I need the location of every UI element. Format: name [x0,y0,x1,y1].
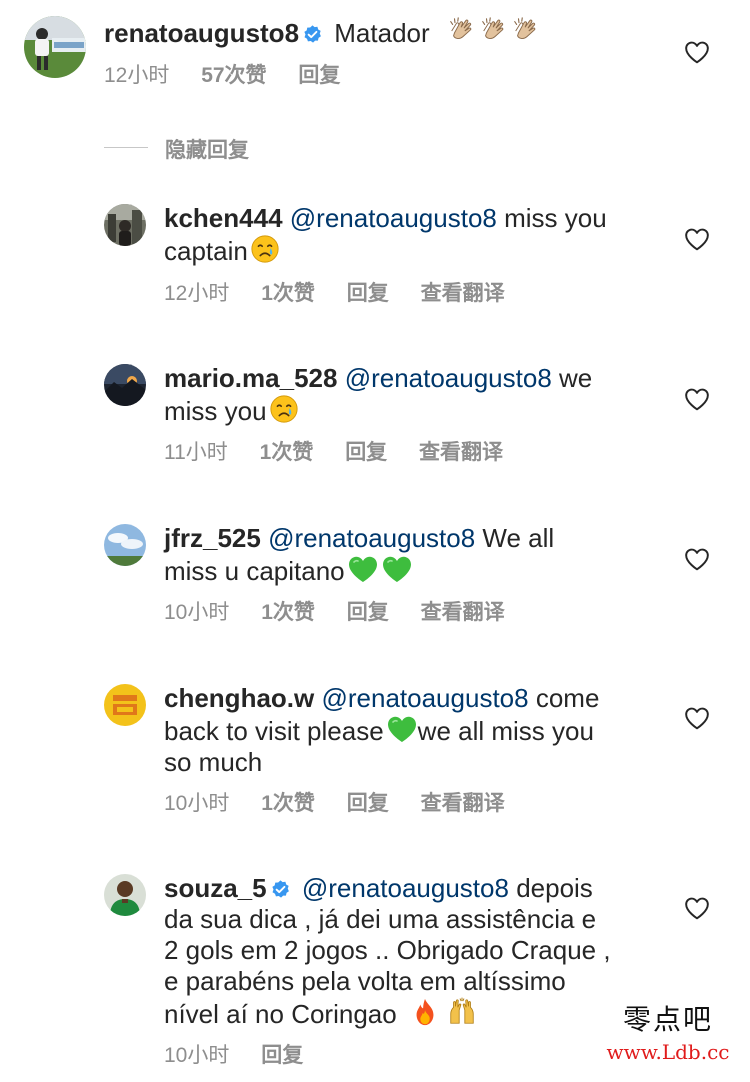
sunset-avatar[interactable] [104,364,146,406]
heart-icon[interactable] [684,547,710,571]
like-count[interactable]: 57次赞 [201,64,266,88]
comment-meta: 10小时 回复 [164,1044,329,1068]
heart-icon[interactable] [684,387,710,411]
green-jersey-avatar[interactable] [104,874,146,916]
comment-meta: 10小时 1次赞 回复 查看翻译 [164,601,531,625]
timestamp: 12小时 [164,282,230,305]
comment-body: 2 gols em 2 jogos .. Obrigado Craque , [164,935,611,965]
reply-button[interactable]: 回复 [298,64,340,88]
heart-icon[interactable] [684,227,710,251]
sky-landscape-avatar[interactable] [104,524,146,566]
clapping-hands-icon [447,16,477,46]
clapping-hands-icon [479,16,509,46]
comment-text: kchen444 @renatoaugusto8 miss you captai… [164,203,664,267]
comment-body: miss you [504,203,607,233]
comment-meta: 12小时 1次赞 回复 查看翻译 [164,282,531,306]
comment-body: come [535,683,600,713]
watermark: 零点吧 www.Ldb.cc [598,998,738,1064]
green-heart-icon [347,554,379,584]
comment-body: We all [482,523,555,553]
comment-body: miss you [164,396,267,426]
reply-button[interactable]: 回复 [347,792,389,816]
watermark-chinese: 零点吧 [622,1003,713,1036]
username[interactable]: chenghao.w [164,683,314,713]
comment-body: da sua dica , já dei uma assistência e [164,904,597,934]
timestamp: 10小时 [164,1044,230,1067]
comment-meta: 11小时 1次赞 回复 查看翻译 [164,441,529,465]
comment-text: chenghao.w @renatoaugusto8 come back to … [164,683,684,778]
comment-text: jfrz_525 @renatoaugusto8 We all miss u c… [164,523,664,587]
mention-link[interactable]: @renatoaugusto8 [321,683,528,713]
timestamp: 11小时 [164,441,228,464]
comment-body: nível aí no Coringao [164,999,397,1029]
mention-link[interactable]: @renatoaugusto8 [345,363,552,393]
comment-meta: 10小时 1次赞 回复 查看翻译 [164,792,531,816]
translate-button[interactable]: 查看翻译 [421,282,505,306]
crying-face-icon [250,234,280,264]
translate-button[interactable]: 查看翻译 [419,441,503,465]
comment-body: we [559,363,593,393]
comment-body: back to visit please [164,716,384,746]
soccer-player-avatar[interactable] [24,16,86,78]
green-heart-icon [381,554,413,584]
comment-body: we all miss you [417,716,594,746]
verified-badge-icon [270,879,291,900]
reply-button[interactable]: 回复 [345,441,387,465]
heart-icon[interactable] [684,706,710,730]
fire-icon [410,997,440,1027]
green-heart-icon [386,714,418,744]
city-street-avatar[interactable] [104,204,146,246]
raising-hands-icon [446,997,478,1027]
mention-link[interactable]: @renatoaugusto8 [268,523,475,553]
heart-icon[interactable] [684,896,710,920]
like-count[interactable]: 1次赞 [261,282,315,306]
divider-line [104,147,148,148]
comment-body: miss u capitano [164,556,345,586]
comment-body: e parabéns pela volta em altíssimo [164,966,566,996]
like-count[interactable]: 1次赞 [261,792,315,816]
heart-icon[interactable] [684,40,710,64]
timestamp: 10小时 [164,601,230,624]
verified-badge-icon [302,24,323,45]
username[interactable]: jfrz_525 [164,523,261,553]
comment-body: Matador [334,18,430,48]
crying-face-icon [269,394,299,424]
hide-replies-label[interactable]: 隐藏回复 [165,134,249,164]
username[interactable]: mario.ma_528 [164,363,337,393]
yellow-emblem-avatar[interactable] [104,684,146,726]
comment-body: so much [164,747,263,777]
timestamp: 12小时 [104,64,170,87]
comment-text: renatoaugusto8 Matador [104,16,541,49]
username[interactable]: souza_5 [164,873,267,903]
username[interactable]: renatoaugusto8 [104,18,299,48]
clapping-hands-icon [511,16,541,46]
mention-link[interactable]: @renatoaugusto8 [302,873,509,903]
like-count[interactable]: 1次赞 [261,601,315,625]
reply-button[interactable]: 回复 [347,601,389,625]
translate-button[interactable]: 查看翻译 [421,792,505,816]
timestamp: 10小时 [164,792,230,815]
username[interactable]: kchen444 [164,203,283,233]
comment-text: mario.ma_528 @renatoaugusto8 we miss you [164,363,664,427]
reply-button[interactable]: 回复 [347,282,389,306]
translate-button[interactable]: 查看翻译 [421,601,505,625]
mention-link[interactable]: @renatoaugusto8 [290,203,497,233]
watermark-url: www.Ldb.cc [606,1040,730,1064]
comment-body: depois [516,873,593,903]
like-count[interactable]: 1次赞 [260,441,314,465]
comment-meta: 12小时 57次赞 回复 [104,64,366,88]
comment-body: captain [164,236,248,266]
reply-button[interactable]: 回复 [261,1044,303,1068]
